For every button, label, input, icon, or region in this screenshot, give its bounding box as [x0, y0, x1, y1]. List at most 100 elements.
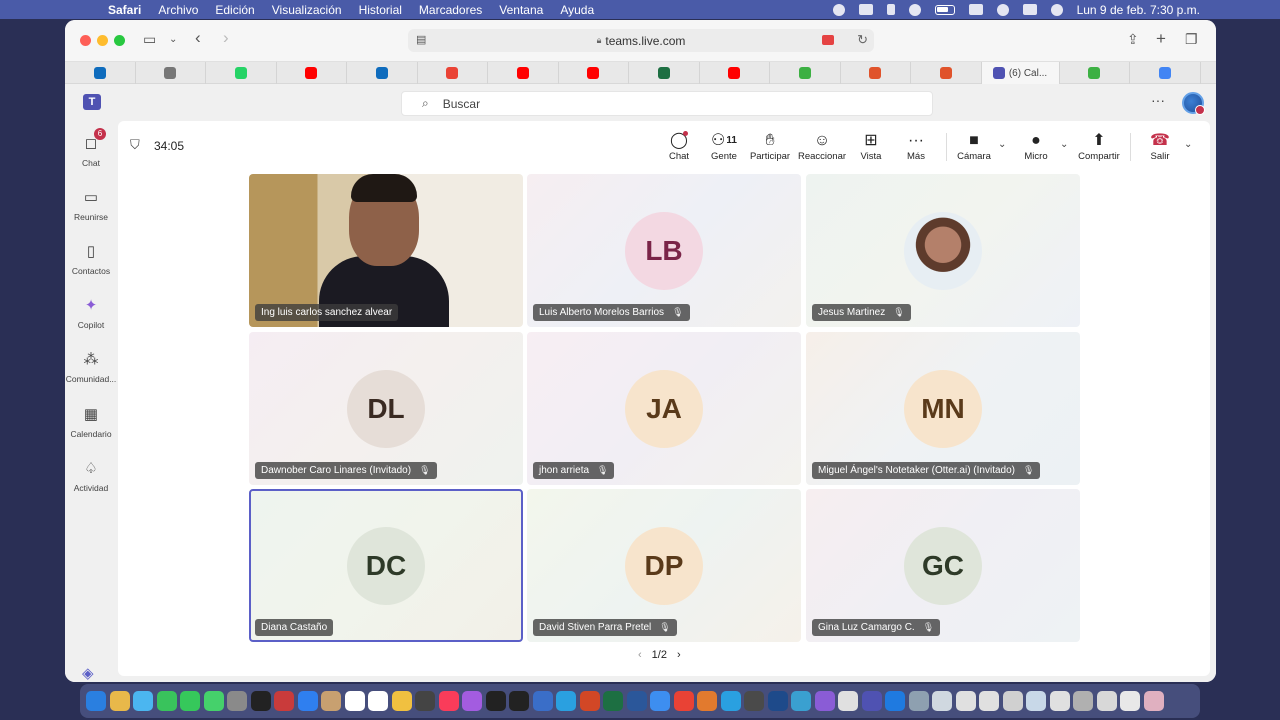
- dock-app-icon[interactable]: [932, 691, 952, 711]
- dock-app-icon[interactable]: [344, 691, 365, 711]
- menu-safari[interactable]: Safari: [108, 3, 141, 17]
- browser-tab[interactable]: [206, 62, 277, 84]
- dock-app-icon[interactable]: [321, 691, 341, 711]
- view-button[interactable]: ⊞ Vista: [856, 131, 886, 162]
- rail-community[interactable]: ⁂ Comunidad...: [65, 350, 117, 384]
- battery-icon[interactable]: [934, 4, 955, 15]
- dock-app-icon[interactable]: [556, 691, 576, 711]
- zoom-window-button[interactable]: [114, 35, 125, 46]
- browser-tab[interactable]: [65, 62, 136, 84]
- dock-app-icon[interactable]: [1073, 691, 1093, 711]
- raise-hand-button[interactable]: ✋︎ Participar: [748, 131, 792, 162]
- time-machine-icon[interactable]: [908, 3, 921, 16]
- react-button[interactable]: ☺ Reaccionar: [796, 131, 848, 162]
- dock-app-icon[interactable]: [133, 691, 153, 711]
- rail-chat[interactable]: ◻ 6 Chat: [65, 128, 117, 168]
- minimize-window-button[interactable]: [97, 35, 108, 46]
- premium-diamond-icon[interactable]: ◈: [82, 664, 94, 682]
- dock-app-icon[interactable]: [485, 691, 506, 711]
- menu-marcadores[interactable]: Marcadores: [419, 3, 482, 17]
- sidebar-toggle-icon[interactable]: ▭: [143, 31, 156, 48]
- participant-tile-3[interactable]: DL Dawnober Caro Linares (Invitado) 🎙︎: [249, 332, 523, 485]
- control-center-icon[interactable]: [1022, 4, 1037, 15]
- leave-button[interactable]: ☎︎ Salir: [1145, 131, 1175, 162]
- dock-app-icon[interactable]: [697, 691, 717, 711]
- dock-app-icon[interactable]: [603, 691, 623, 711]
- menubar-datetime[interactable]: Lun 9 de feb. 7:30 p.m.: [1077, 3, 1200, 17]
- rail-contacts[interactable]: ▯ Contactos: [65, 242, 117, 276]
- rail-calendar[interactable]: ▦ Calendario: [65, 405, 117, 439]
- reload-icon[interactable]: ↻: [857, 32, 868, 48]
- dock-app-icon[interactable]: [861, 691, 882, 711]
- dock-app-icon[interactable]: [791, 691, 811, 711]
- dock-app-icon[interactable]: [838, 691, 858, 711]
- more-button[interactable]: ··· Más: [901, 131, 931, 162]
- dock-app-icon[interactable]: [462, 691, 482, 711]
- participant-tile-4[interactable]: JA jhon arrieta 🎙︎: [527, 332, 801, 485]
- tab-overview-icon[interactable]: ❐: [1185, 31, 1198, 48]
- dock-app-icon[interactable]: [227, 691, 247, 711]
- dock-app-icon[interactable]: [156, 691, 177, 711]
- close-window-button[interactable]: [80, 35, 91, 46]
- dock-app-icon[interactable]: [1049, 691, 1070, 711]
- chevron-down-icon[interactable]: ⌄: [169, 34, 177, 45]
- reader-icon[interactable]: ▤: [416, 33, 426, 46]
- wifi-icon[interactable]: [968, 4, 983, 15]
- bluetooth-icon[interactable]: [886, 4, 895, 15]
- participant-tile-6[interactable]: DC Diana Castaño: [249, 489, 523, 642]
- dock-app-icon[interactable]: [979, 691, 999, 711]
- menu-visualizacion[interactable]: Visualización: [272, 3, 342, 17]
- camera-status-icon[interactable]: [858, 4, 873, 15]
- dock-app-icon[interactable]: [368, 691, 388, 711]
- browser-tab[interactable]: [488, 62, 559, 84]
- rail-activity[interactable]: ♤ Actividad: [65, 459, 117, 493]
- dock-app-icon[interactable]: [250, 691, 271, 711]
- browser-tab[interactable]: (6) Cal...: [981, 62, 1060, 84]
- teams-logo-icon[interactable]: T: [83, 94, 101, 110]
- dock-app-icon[interactable]: [1096, 691, 1117, 711]
- shield-icon[interactable]: ⛉: [130, 137, 140, 153]
- browser-tab[interactable]: [700, 62, 770, 84]
- dock-app-icon[interactable]: [885, 691, 905, 711]
- dock-app-icon[interactable]: [673, 691, 694, 711]
- dock-app-icon[interactable]: [955, 691, 976, 711]
- dock-app-icon[interactable]: [180, 691, 200, 711]
- camera-button[interactable]: ■ Cámara: [954, 131, 994, 162]
- dock-app-icon[interactable]: [720, 691, 741, 711]
- next-page-icon[interactable]: ›: [677, 649, 681, 661]
- dock-app-icon[interactable]: [438, 691, 459, 711]
- dock-app-icon[interactable]: [415, 691, 435, 711]
- browser-tab[interactable]: [277, 62, 347, 84]
- dock-app-icon[interactable]: [626, 691, 647, 711]
- dock-app-icon[interactable]: [509, 691, 529, 711]
- dock-app-icon[interactable]: [814, 691, 835, 711]
- menu-archivo[interactable]: Archivo: [158, 3, 198, 17]
- browser-tab[interactable]: [1060, 62, 1130, 84]
- more-options-icon[interactable]: ···: [1151, 92, 1165, 108]
- share-screen-button[interactable]: ⬆ Compartir: [1076, 131, 1122, 162]
- dock-app-icon[interactable]: [744, 691, 764, 711]
- browser-tab[interactable]: [136, 62, 206, 84]
- search-bar[interactable]: ⌕ Buscar: [401, 91, 933, 116]
- forward-icon[interactable]: ›: [223, 28, 229, 48]
- browser-tab[interactable]: [841, 62, 911, 84]
- share-icon[interactable]: ⇪: [1127, 31, 1139, 48]
- dock-app-icon[interactable]: [1143, 691, 1164, 711]
- participant-tile-0[interactable]: Ing luis carlos sanchez alvear: [249, 174, 523, 327]
- participant-tile-8[interactable]: GC Gina Luz Camargo C. 🎙︎: [806, 489, 1080, 642]
- siri-icon[interactable]: [1050, 3, 1063, 16]
- dock-app-icon[interactable]: [86, 691, 106, 711]
- mic-button[interactable]: ● Micro: [1018, 131, 1054, 162]
- browser-tab[interactable]: [770, 62, 841, 84]
- browser-tab[interactable]: [347, 62, 418, 84]
- dock-app-icon[interactable]: [767, 691, 788, 711]
- spotlight-icon[interactable]: [996, 3, 1009, 16]
- record-status-icon[interactable]: [832, 3, 845, 16]
- dock-app-icon[interactable]: [579, 691, 600, 711]
- participant-tile-2[interactable]: Jesus Martinez 🎙︎: [806, 174, 1080, 327]
- dock-app-icon[interactable]: [908, 691, 929, 711]
- profile-avatar[interactable]: [1182, 92, 1205, 115]
- camera-options-chevron-icon[interactable]: ⌄: [998, 139, 1006, 150]
- dock-app-icon[interactable]: [532, 691, 553, 711]
- new-tab-icon[interactable]: +: [1156, 29, 1166, 49]
